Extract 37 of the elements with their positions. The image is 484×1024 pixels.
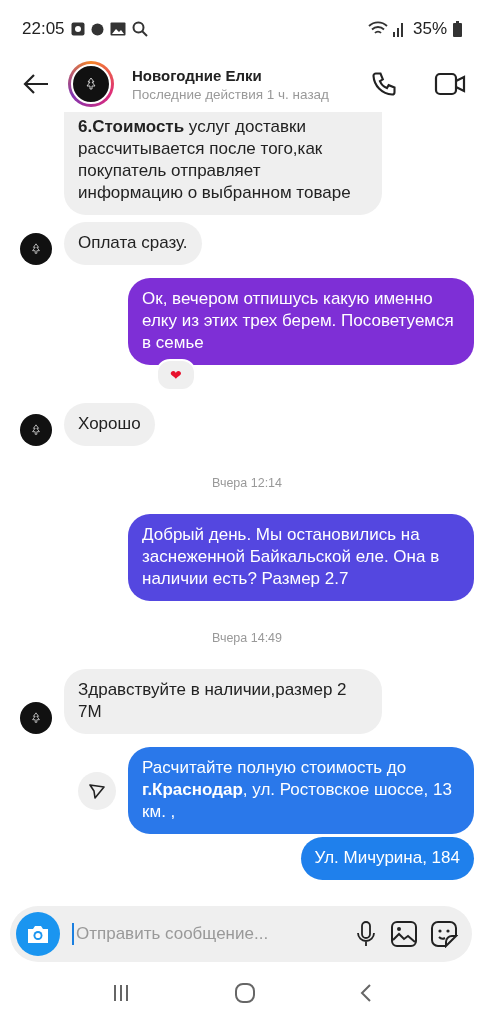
received-message: Здравствуйте в наличии,размер 2 7М	[64, 669, 382, 734]
received-message: 6.Стоимость услуг доставки рассчитывается после того,как покупатель отправляет информацию о выбранном товаре	[64, 112, 382, 215]
sent-message: Ул. Мичурина, 184	[300, 837, 474, 880]
nav-back-button[interactable]	[358, 983, 373, 1003]
received-message: Хорошо	[64, 403, 155, 446]
sent-message: Добрый день. Мы остановились на заснеженной Байкальской еле. Она в наличии есть? Размер 2.7	[128, 514, 474, 601]
message-timestamp: Вчера 14:49	[211, 631, 282, 645]
heart-reaction[interactable]: ❤	[156, 359, 196, 391]
battery-percent: 35%	[412, 19, 447, 39]
message-timestamp: Вчера 12:14	[211, 476, 282, 490]
sticker-button[interactable]	[430, 920, 458, 948]
tree-logo-icon	[30, 243, 42, 255]
message-input[interactable]: Отправить сообщение...	[72, 923, 342, 945]
battery-icon	[453, 21, 462, 37]
microphone-button[interactable]	[354, 920, 378, 948]
tree-logo-icon	[30, 712, 42, 724]
sent-message: Расчитайте полную стоимость до г.Краснодар, ул. Ростовское шоссе, 13 км. ,	[128, 747, 474, 834]
received-message: Оплата сразу.	[64, 222, 202, 265]
gallery-button[interactable]	[390, 920, 418, 948]
send-icon	[88, 781, 106, 800]
sender-avatar[interactable]	[20, 233, 52, 265]
share-button[interactable]	[78, 771, 116, 810]
screen-record-icon	[70, 22, 85, 36]
last-active-text: Последние действия 1 ч. назад	[132, 86, 330, 102]
search-icon	[131, 21, 148, 37]
image-icon	[109, 22, 126, 36]
profile-avatar[interactable]	[68, 61, 114, 107]
chat-title: Новогодние Елки	[132, 66, 263, 84]
sent-message: Ок, вечером отпишусь какую именно елку из этих трех берем. Посоветуемся в семье	[128, 278, 474, 365]
sender-avatar[interactable]	[20, 702, 52, 734]
sender-avatar[interactable]	[20, 414, 52, 446]
status-time: 22:05	[22, 19, 65, 39]
tree-logo-icon	[30, 424, 42, 436]
camera-button[interactable]	[16, 912, 60, 956]
camera-icon	[25, 923, 51, 945]
tree-logo-icon	[84, 77, 98, 91]
home-button[interactable]	[234, 982, 256, 1004]
